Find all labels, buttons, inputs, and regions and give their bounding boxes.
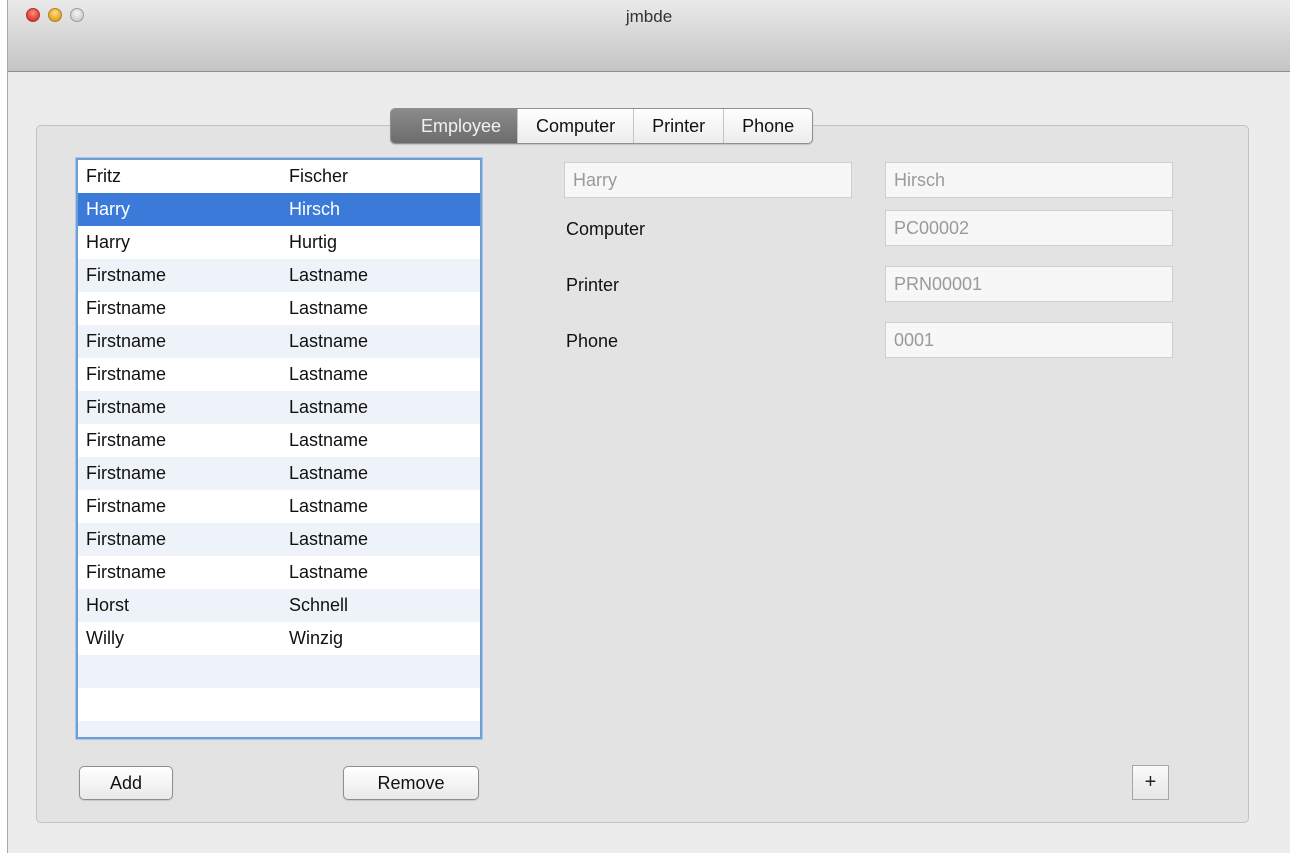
firstname-field[interactable]: Harry: [564, 162, 852, 198]
lastname-field[interactable]: Hirsch: [885, 162, 1173, 198]
employee-lastname: Hirsch: [289, 199, 341, 219]
employee-lastname: Lastname: [289, 298, 369, 318]
employee-firstname: Fritz: [86, 166, 121, 186]
printer-label: Printer: [566, 275, 620, 295]
employee-lastname: Lastname: [289, 331, 369, 351]
employee-lastname: Lastname: [289, 265, 369, 285]
employee-lastname: Lastname: [289, 562, 369, 582]
phone-field[interactable]: 0001: [885, 322, 1173, 358]
employee-row[interactable]: Firstname Lastname: [78, 358, 480, 391]
employee-firstname: Harry: [86, 199, 130, 219]
employee-row[interactable]: Fritz Fischer: [78, 160, 480, 193]
computer-label: Computer: [566, 219, 646, 239]
employee-firstname: Firstname: [86, 331, 167, 351]
employee-lastname: Lastname: [289, 364, 369, 384]
employee-lastname: Hurtig: [289, 232, 338, 252]
employee-row[interactable]: Firstname Lastname: [78, 424, 480, 457]
employee-firstname: Firstname: [86, 265, 167, 285]
tab-phone[interactable]: Phone: [723, 109, 812, 143]
phone-label: Phone: [566, 331, 619, 351]
employee-row[interactable]: Harry Hirsch: [78, 193, 480, 226]
printer-field[interactable]: PRN00001: [885, 266, 1173, 302]
computer-field[interactable]: PC00002: [885, 210, 1173, 246]
employee-list[interactable]: Fritz Fischer Harry Hirsch Harry Hurtig Firstn…: [76, 158, 482, 739]
employee-row[interactable]: Willy Winzig: [78, 622, 480, 655]
employee-firstname: Firstname: [86, 397, 167, 417]
employee-firstname: Firstname: [86, 430, 167, 450]
tab-employee[interactable]: Employee: [391, 109, 518, 143]
employee-lastname: Lastname: [289, 463, 369, 483]
employee-firstname: Firstname: [86, 529, 167, 549]
employee-firstname: Harry: [86, 232, 130, 252]
window-title: jmbde: [625, 7, 673, 26]
employee-row[interactable]: Firstname Lastname: [78, 523, 480, 556]
employee-lastname: Lastname: [289, 430, 369, 450]
tab-bar: Employee Computer Printer Phone: [390, 108, 814, 144]
employee-lastname: Lastname: [289, 496, 369, 516]
employee-firstname: Firstname: [86, 496, 167, 516]
employee-lastname: Fischer: [289, 166, 349, 186]
employee-firstname: Firstname: [86, 463, 167, 483]
employee-lastname: Winzig: [289, 628, 344, 648]
employee-lastname: Lastname: [289, 397, 369, 417]
employee-firstname: Firstname: [86, 562, 167, 582]
employee-firstname: Horst: [86, 595, 130, 615]
add-device-button[interactable]: +: [1132, 765, 1169, 800]
tab-computer[interactable]: Computer: [517, 109, 633, 143]
employee-row[interactable]: Firstname Lastname: [78, 490, 480, 523]
add-button[interactable]: Add: [79, 766, 173, 800]
employee-row[interactable]: Firstname Lastname: [78, 457, 480, 490]
employee-row[interactable]: Horst Schnell: [78, 589, 480, 622]
employee-row[interactable]: Firstname Lastname: [78, 391, 480, 424]
employee-lastname: Lastname: [289, 529, 369, 549]
empty-row: [78, 655, 480, 688]
employee-lastname: Schnell: [289, 595, 349, 615]
title-bar: jmbde: [8, 0, 1290, 72]
remove-button[interactable]: Remove: [343, 766, 479, 800]
tab-printer[interactable]: Printer: [633, 109, 723, 143]
employee-row[interactable]: Harry Hurtig: [78, 226, 480, 259]
employee-firstname: Firstname: [86, 298, 167, 318]
employee-row[interactable]: Firstname Lastname: [78, 292, 480, 325]
employee-row[interactable]: Firstname Lastname: [78, 556, 480, 589]
employee-row[interactable]: Firstname Lastname: [78, 259, 480, 292]
employee-row[interactable]: Firstname Lastname: [78, 325, 480, 358]
empty-row: [78, 688, 480, 721]
employee-firstname: Firstname: [86, 364, 167, 384]
employee-firstname: Willy: [86, 628, 124, 648]
empty-row: [78, 721, 480, 737]
